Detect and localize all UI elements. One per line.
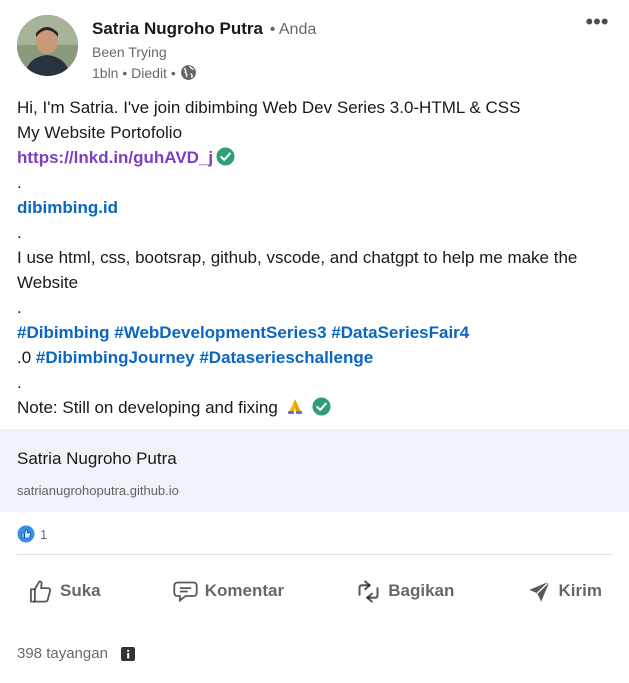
link-preview-url: satrianugrohoputra.github.io xyxy=(17,483,179,498)
like-button[interactable]: Suka xyxy=(17,568,111,614)
more-horizontal-icon: ••• xyxy=(585,9,609,34)
author-headline: Been Trying xyxy=(92,44,167,60)
link-preview-card[interactable]: Satria Nugroho Putra satrianugrohoputra.… xyxy=(0,429,629,512)
check-icon xyxy=(216,147,235,166)
avatar[interactable] xyxy=(17,15,78,76)
divider xyxy=(17,554,612,555)
post-line-link2: dibimbing.id xyxy=(17,195,617,220)
send-label: Kirim xyxy=(558,581,602,600)
like-label: Suka xyxy=(60,581,101,600)
post-line: My Website Portofolio xyxy=(17,123,183,142)
view-count: 398 tayangan xyxy=(17,645,136,662)
post-line: I use html, css, bootsrap, github, vscod… xyxy=(17,248,578,292)
praying-hands-icon xyxy=(287,399,302,414)
reaction-count: 1 xyxy=(40,526,48,542)
info-icon[interactable] xyxy=(120,646,136,662)
author-name[interactable]: Satria Nugroho Putra • Anda xyxy=(92,19,316,39)
thumbs-up-icon xyxy=(30,579,52,603)
post-header: Satria Nugroho Putra • Anda Been Trying … xyxy=(17,11,617,81)
more-options-button[interactable]: ••• xyxy=(583,11,611,39)
repost-icon xyxy=(358,579,379,603)
action-bar: Suka Komentar Bagikan Kirim xyxy=(17,568,612,614)
post-meta: 1bln • Diedit • xyxy=(92,64,197,81)
post-meta-text: 1bln • Diedit • xyxy=(92,64,176,81)
post-line-note: Note: Still on developing and fixing xyxy=(17,395,617,420)
reactions-summary[interactable]: 1 xyxy=(17,524,47,544)
dibimbing-link[interactable]: dibimbing.id xyxy=(17,198,118,217)
share-button[interactable]: Bagikan xyxy=(345,568,464,614)
post-line: . xyxy=(17,173,22,192)
author-name-text[interactable]: Satria Nugroho Putra xyxy=(92,19,263,38)
link-preview-title[interactable]: Satria Nugroho Putra xyxy=(17,449,177,469)
post-line-hashtags: #Dibimbing #WebDevelopmentSeries3 #DataS… xyxy=(17,320,617,345)
hashtag-prefix: .0 xyxy=(17,348,32,367)
share-label: Bagikan xyxy=(388,581,455,600)
globe-icon xyxy=(180,65,196,80)
post-line: . xyxy=(17,223,22,242)
comment-button[interactable]: Komentar xyxy=(162,568,294,614)
view-count-text: 398 tayangan xyxy=(17,645,108,662)
hashtag-links[interactable]: #DibimbingJourney #Dataserieschallenge xyxy=(36,348,373,367)
hashtag-links[interactable]: #Dibimbing #WebDevelopmentSeries3 #DataS… xyxy=(17,323,469,342)
portfolio-link[interactable]: https://lnkd.in/guhAVD_j xyxy=(17,148,213,167)
post-line-link1: https://lnkd.in/guhAVD_j xyxy=(17,145,617,170)
like-reaction-icon xyxy=(17,525,35,543)
comment-icon xyxy=(173,581,198,602)
you-badge: • Anda xyxy=(269,21,317,38)
post-line: . xyxy=(17,298,22,317)
post-line: . xyxy=(17,373,22,392)
check-icon xyxy=(312,397,331,416)
post-line: Hi, I'm Satria. I've join dibimbing Web … xyxy=(17,98,521,117)
send-icon xyxy=(528,580,550,602)
post-line-hashtags2: .0 #DibimbingJourney #Dataserieschalleng… xyxy=(17,345,617,370)
comment-label: Komentar xyxy=(204,581,285,600)
post-body: Hi, I'm Satria. I've join dibimbing Web … xyxy=(17,95,617,420)
send-button[interactable]: Kirim xyxy=(516,568,612,614)
note-text: Note: Still on developing and fixing xyxy=(17,398,278,417)
